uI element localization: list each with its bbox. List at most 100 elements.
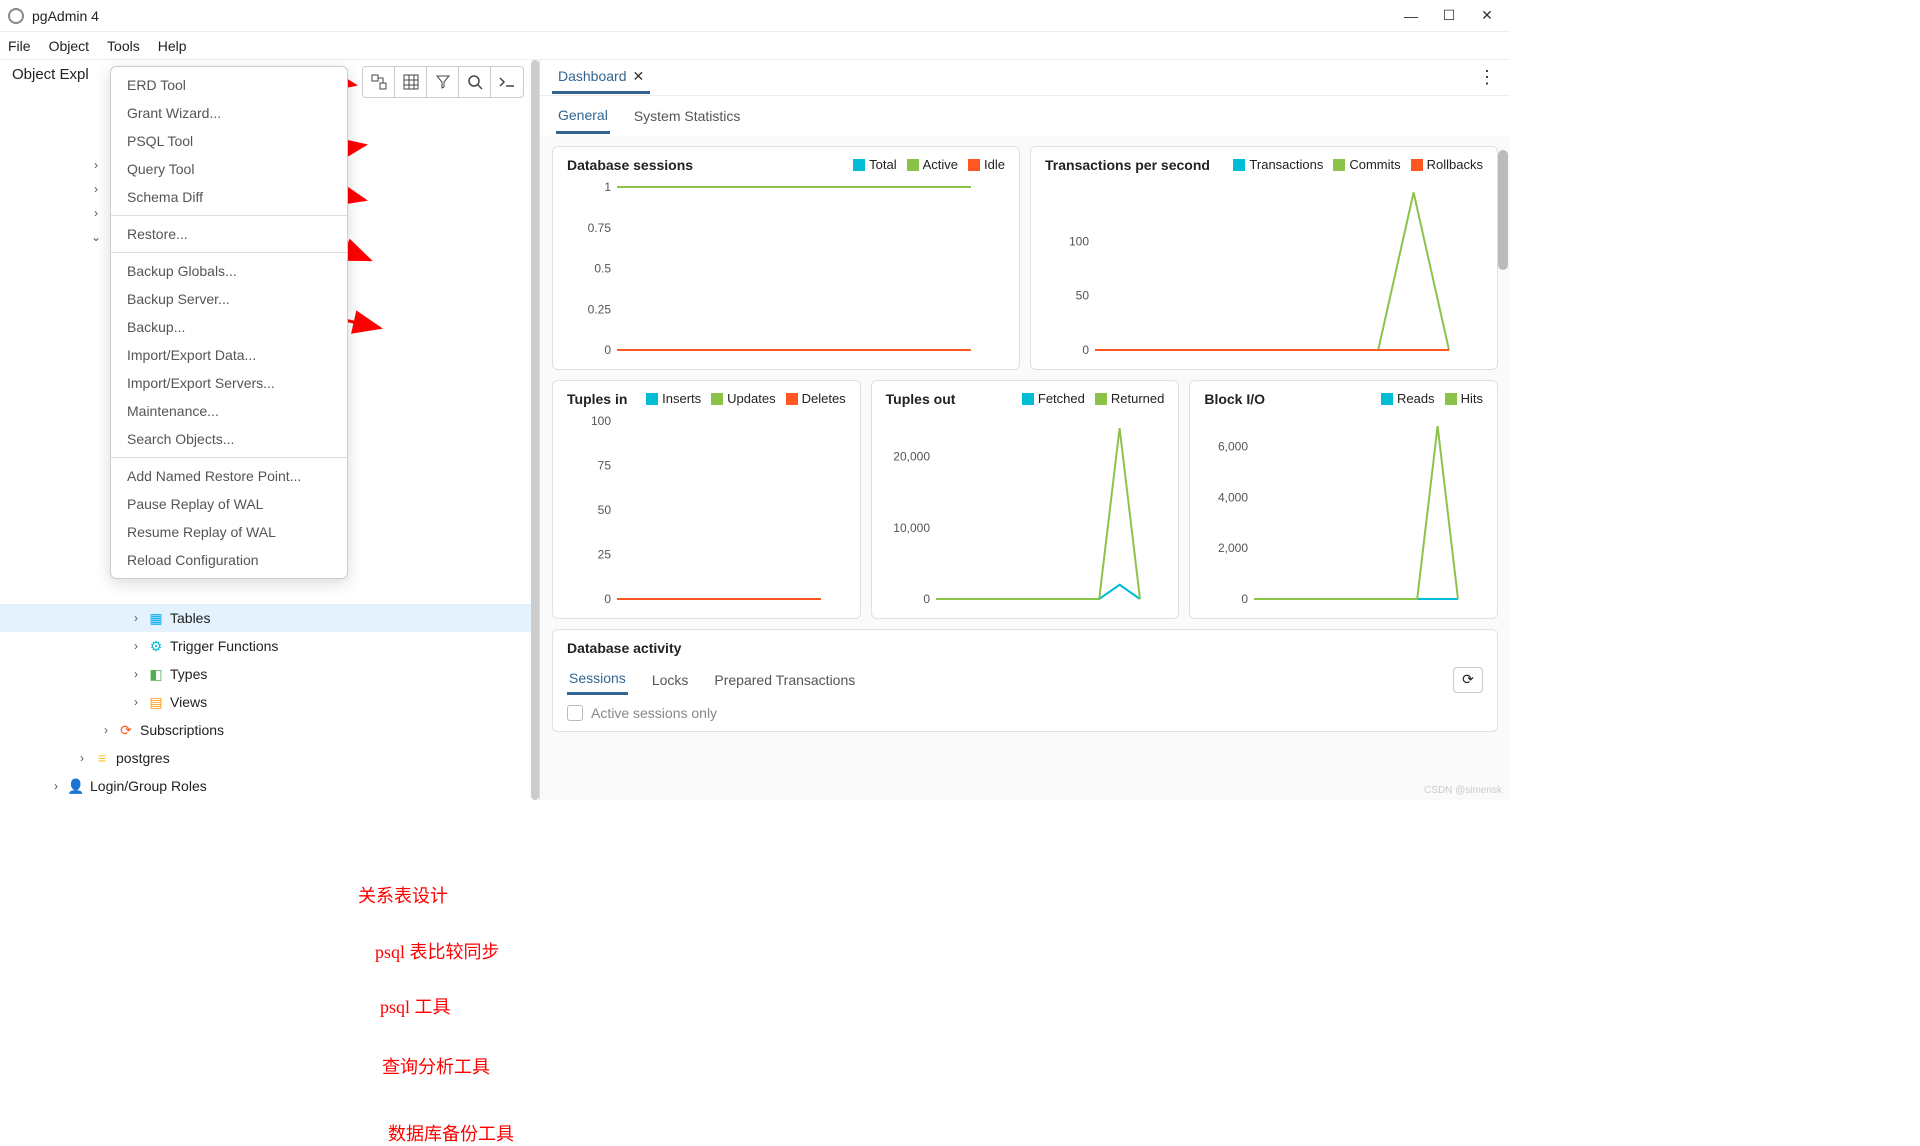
legend-item: Updates bbox=[711, 391, 775, 406]
close-tab-icon[interactable]: ✕ bbox=[633, 68, 645, 85]
minimize-button[interactable]: — bbox=[1404, 9, 1418, 23]
legend-label: Fetched bbox=[1038, 391, 1085, 406]
chart: 010,00020,000 bbox=[886, 407, 1165, 608]
menu-object[interactable]: Object bbox=[49, 38, 89, 54]
subtab-system-statistics[interactable]: System Statistics bbox=[632, 100, 743, 132]
svg-text:0: 0 bbox=[604, 592, 611, 605]
menu-item[interactable]: Backup Server... bbox=[111, 285, 347, 313]
chevron-right-icon[interactable]: › bbox=[130, 695, 142, 709]
menu-item[interactable]: Add Named Restore Point... bbox=[111, 462, 347, 490]
menu-item[interactable]: Query Tool bbox=[111, 155, 347, 183]
card-title: Transactions per second bbox=[1045, 157, 1210, 173]
tree-row[interactable]: ›👤Login/Group Roles bbox=[0, 772, 539, 800]
menu-item[interactable]: Backup Globals... bbox=[111, 257, 347, 285]
svg-text:20,000: 20,000 bbox=[893, 450, 930, 464]
legend: Reads Hits bbox=[1381, 391, 1483, 406]
erd-tool-icon[interactable] bbox=[363, 67, 395, 97]
tree-item-label: Views bbox=[170, 694, 207, 710]
scrollbar[interactable] bbox=[1498, 150, 1508, 270]
filter-icon[interactable] bbox=[427, 67, 459, 97]
chevron-right-icon[interactable]: › bbox=[90, 206, 102, 220]
chart: 0255075100 bbox=[567, 407, 846, 608]
legend-swatch bbox=[1022, 393, 1034, 405]
chevron-right-icon[interactable]: › bbox=[130, 639, 142, 653]
legend-label: Deletes bbox=[802, 391, 846, 406]
active-sessions-checkbox[interactable] bbox=[567, 705, 583, 721]
menu-item[interactable]: Resume Replay of WAL bbox=[111, 518, 347, 546]
separator bbox=[111, 252, 347, 253]
tree-row[interactable]: ›⚙Trigger Functions bbox=[0, 632, 539, 660]
menu-item[interactable]: Import/Export Data... bbox=[111, 341, 347, 369]
menu-item[interactable]: Reload Configuration bbox=[111, 546, 347, 574]
menu-item[interactable]: Backup... bbox=[111, 313, 347, 341]
main-tabbar: Dashboard ✕ ⋮ bbox=[540, 60, 1510, 96]
annotation-psql: psql 工具 bbox=[380, 993, 451, 1019]
legend: FetchedReturned bbox=[1022, 391, 1164, 406]
active-sessions-label: Active sessions only bbox=[591, 705, 717, 721]
separator bbox=[111, 215, 347, 216]
tree-row[interactable]: ›⟳Subscriptions bbox=[0, 716, 539, 744]
legend-item: Reads bbox=[1381, 391, 1435, 406]
legend-item: Commits bbox=[1333, 157, 1400, 172]
menu-tools[interactable]: Tools bbox=[107, 38, 140, 54]
chevron-right-icon[interactable]: › bbox=[130, 667, 142, 681]
legend-swatch bbox=[646, 393, 658, 405]
chevron-right-icon[interactable]: › bbox=[76, 751, 88, 765]
search-icon[interactable] bbox=[459, 67, 491, 97]
tree-item-icon: ▤ bbox=[148, 694, 164, 710]
chevron-right-icon[interactable]: › bbox=[100, 723, 112, 737]
svg-text:50: 50 bbox=[598, 503, 612, 517]
grid-icon[interactable] bbox=[395, 67, 427, 97]
tree-item-label: postgres bbox=[116, 750, 170, 766]
chevron-right-icon[interactable]: › bbox=[50, 779, 62, 793]
psql-terminal-icon[interactable] bbox=[491, 67, 523, 97]
tree-row[interactable]: ›▦Tables bbox=[0, 604, 539, 632]
maximize-button[interactable]: ☐ bbox=[1442, 9, 1456, 23]
tab-dashboard[interactable]: Dashboard ✕ bbox=[552, 62, 650, 94]
menu-item[interactable]: Pause Replay of WAL bbox=[111, 490, 347, 518]
activity-tab-sessions[interactable]: Sessions bbox=[567, 664, 628, 695]
card-tuples-out: Tuples out FetchedReturned 010,00020,000 bbox=[871, 380, 1180, 619]
chevron-right-icon[interactable]: › bbox=[90, 158, 102, 172]
tree-row[interactable]: ›◧Types bbox=[0, 660, 539, 688]
tree-collapsed-rows: › › › ⌄ bbox=[90, 158, 102, 244]
menu-item[interactable]: ERD Tool bbox=[111, 71, 347, 99]
legend-swatch bbox=[711, 393, 723, 405]
svg-text:10,000: 10,000 bbox=[893, 521, 930, 535]
tree-row[interactable]: ›≡postgres bbox=[0, 744, 539, 772]
menu-item[interactable]: Import/Export Servers... bbox=[111, 369, 347, 397]
tree-item-label: Login/Group Roles bbox=[90, 778, 207, 794]
tab-overflow-icon[interactable]: ⋮ bbox=[1478, 67, 1498, 88]
menu-item[interactable]: PSQL Tool bbox=[111, 127, 347, 155]
menu-help[interactable]: Help bbox=[158, 38, 187, 54]
menu-item[interactable]: Maintenance... bbox=[111, 397, 347, 425]
legend-label: Hits bbox=[1461, 391, 1483, 406]
activity-tabs: Sessions Locks Prepared Transactions ⟳ bbox=[567, 664, 1483, 695]
legend-label: Commits bbox=[1349, 157, 1400, 172]
menu-item[interactable]: Grant Wizard... bbox=[111, 99, 347, 127]
subtab-general[interactable]: General bbox=[556, 99, 610, 134]
close-button[interactable]: ✕ bbox=[1480, 9, 1494, 23]
activity-tab-locks[interactable]: Locks bbox=[650, 666, 691, 694]
menu-item[interactable]: Schema Diff bbox=[111, 183, 347, 211]
tree-row[interactable]: › ▤ Views bbox=[0, 688, 539, 716]
card-title: Block I/O bbox=[1204, 391, 1265, 407]
card-database-sessions: Database sessions TotalActiveIdle 00.250… bbox=[552, 146, 1020, 370]
chevron-right-icon[interactable]: › bbox=[90, 182, 102, 196]
menu-file[interactable]: File bbox=[8, 38, 31, 54]
tree-item-label: Subscriptions bbox=[140, 722, 224, 738]
legend-swatch bbox=[907, 159, 919, 171]
annotation-backup: 数据库备份工具 bbox=[388, 1120, 514, 1146]
annotation-schema-diff: psql 表比较同步 bbox=[375, 938, 500, 964]
chevron-down-icon[interactable]: ⌄ bbox=[90, 230, 102, 244]
menu-item[interactable]: Restore... bbox=[111, 220, 347, 248]
svg-text:100: 100 bbox=[591, 415, 611, 428]
tree-item-label: Tables bbox=[170, 610, 210, 626]
activity-tab-prepared[interactable]: Prepared Transactions bbox=[712, 666, 857, 694]
refresh-button[interactable]: ⟳ bbox=[1453, 667, 1483, 693]
panel-divider[interactable] bbox=[531, 60, 539, 800]
legend-label: Active bbox=[923, 157, 958, 172]
chevron-right-icon[interactable]: › bbox=[130, 611, 142, 625]
legend-label: Inserts bbox=[662, 391, 701, 406]
menu-item[interactable]: Search Objects... bbox=[111, 425, 347, 453]
